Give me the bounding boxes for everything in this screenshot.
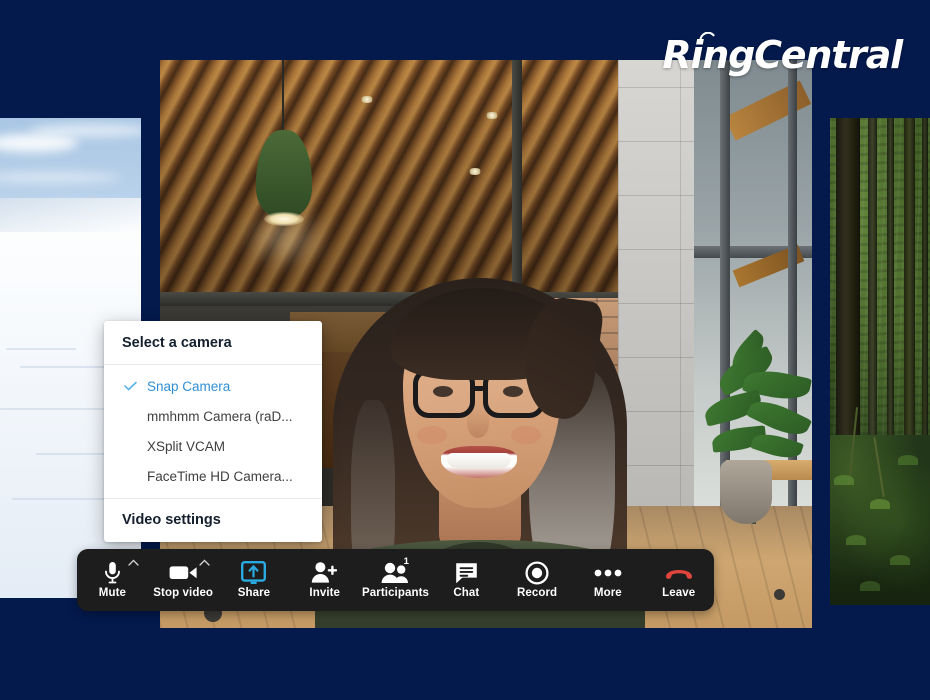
logo-text: RingCentral xyxy=(662,33,903,77)
video-meeting-screen: RingCentral Select a camera Snap Camera … xyxy=(0,0,930,700)
screen-share-icon xyxy=(237,560,271,585)
fern xyxy=(834,475,854,485)
more-label: More xyxy=(593,586,622,599)
tree-trunk xyxy=(868,118,877,468)
share-label: Share xyxy=(237,586,271,599)
snow-streak xyxy=(0,408,120,410)
camera-option-xsplit-vcam[interactable]: XSplit VCAM xyxy=(104,431,322,461)
teeth xyxy=(447,453,511,468)
fern xyxy=(890,555,910,565)
camera-list: Snap Camera mmhmm Camera (raD... XSplit … xyxy=(104,365,322,498)
participant-thumbnail-right[interactable] xyxy=(830,118,930,605)
person-add-icon xyxy=(308,561,342,585)
camera-option-label: Snap Camera xyxy=(147,378,231,394)
tree-trunk xyxy=(904,118,915,488)
video-settings-menu-item[interactable]: Video settings xyxy=(104,498,322,542)
ceiling-downlight xyxy=(485,112,499,119)
menu-header-select-a-camera: Select a camera xyxy=(104,321,322,365)
invite-label: Invite xyxy=(309,586,341,599)
microphone-icon xyxy=(95,561,129,585)
participants-label: Participants xyxy=(362,586,430,599)
record-button[interactable]: Record xyxy=(502,549,573,611)
meeting-controls-toolbar: Mute Stop video Share Invite 1 Participa… xyxy=(77,549,714,611)
camera-selection-menu: Select a camera Snap Camera mmhmm Camera… xyxy=(104,321,322,542)
mute-label: Mute xyxy=(98,586,126,599)
fern xyxy=(898,455,918,465)
pendant-lamp-shade xyxy=(256,130,312,218)
chat-button[interactable]: Chat xyxy=(431,549,502,611)
chat-label: Chat xyxy=(453,586,480,599)
ceiling-downlight xyxy=(360,96,374,103)
stop-video-button[interactable]: Stop video xyxy=(148,549,219,611)
cloud xyxy=(30,124,141,137)
chair-caster xyxy=(774,589,785,600)
large-plant-pot xyxy=(720,460,772,524)
check-icon xyxy=(124,381,137,391)
leave-button[interactable]: Leave xyxy=(643,549,714,611)
more-button[interactable]: More xyxy=(572,549,643,611)
ceiling-downlight xyxy=(468,168,482,175)
camera-option-label: FaceTime HD Camera... xyxy=(147,468,293,484)
chat-bubble-icon xyxy=(449,561,483,585)
wifi-arc-icon xyxy=(699,32,715,42)
share-button[interactable]: Share xyxy=(219,549,290,611)
hangup-phone-icon xyxy=(662,561,696,585)
cheek xyxy=(417,426,447,444)
record-icon xyxy=(520,561,554,585)
camera-option-label: XSplit VCAM xyxy=(147,438,226,454)
mute-button[interactable]: Mute xyxy=(77,549,148,611)
stop-video-label: Stop video xyxy=(153,586,214,599)
fern xyxy=(846,535,866,545)
sapling xyxy=(873,437,885,497)
ringcentral-logo: RingCentral xyxy=(662,32,903,77)
camera-option-mmhmm-camera[interactable]: mmhmm Camera (raD... xyxy=(104,401,322,431)
tree-trunk xyxy=(922,118,928,438)
invite-button[interactable]: Invite xyxy=(289,549,360,611)
participants-button[interactable]: 1 Participants xyxy=(360,549,431,611)
video-camera-icon xyxy=(166,561,200,585)
snow-streak xyxy=(6,348,76,350)
fern xyxy=(870,499,890,509)
ellipsis-icon xyxy=(591,561,625,585)
camera-option-snap-camera[interactable]: Snap Camera xyxy=(104,371,322,401)
cheek xyxy=(511,426,541,444)
camera-option-label: mmhmm Camera (raD... xyxy=(147,408,293,424)
pendant-lamp-cord xyxy=(282,60,284,132)
chevron-up-icon[interactable] xyxy=(128,559,139,566)
eyeglasses-bridge xyxy=(473,386,487,391)
pendant-lamp-glow xyxy=(264,212,304,226)
leave-label: Leave xyxy=(662,586,696,599)
record-label: Record xyxy=(516,586,558,599)
camera-option-facetime-hd-camera[interactable]: FaceTime HD Camera... xyxy=(104,461,322,491)
participants-count-badge: 1 xyxy=(403,556,409,567)
chevron-up-icon[interactable] xyxy=(198,559,210,566)
fern xyxy=(860,581,880,591)
forest-floor xyxy=(830,407,930,605)
snow-streak xyxy=(20,366,115,368)
